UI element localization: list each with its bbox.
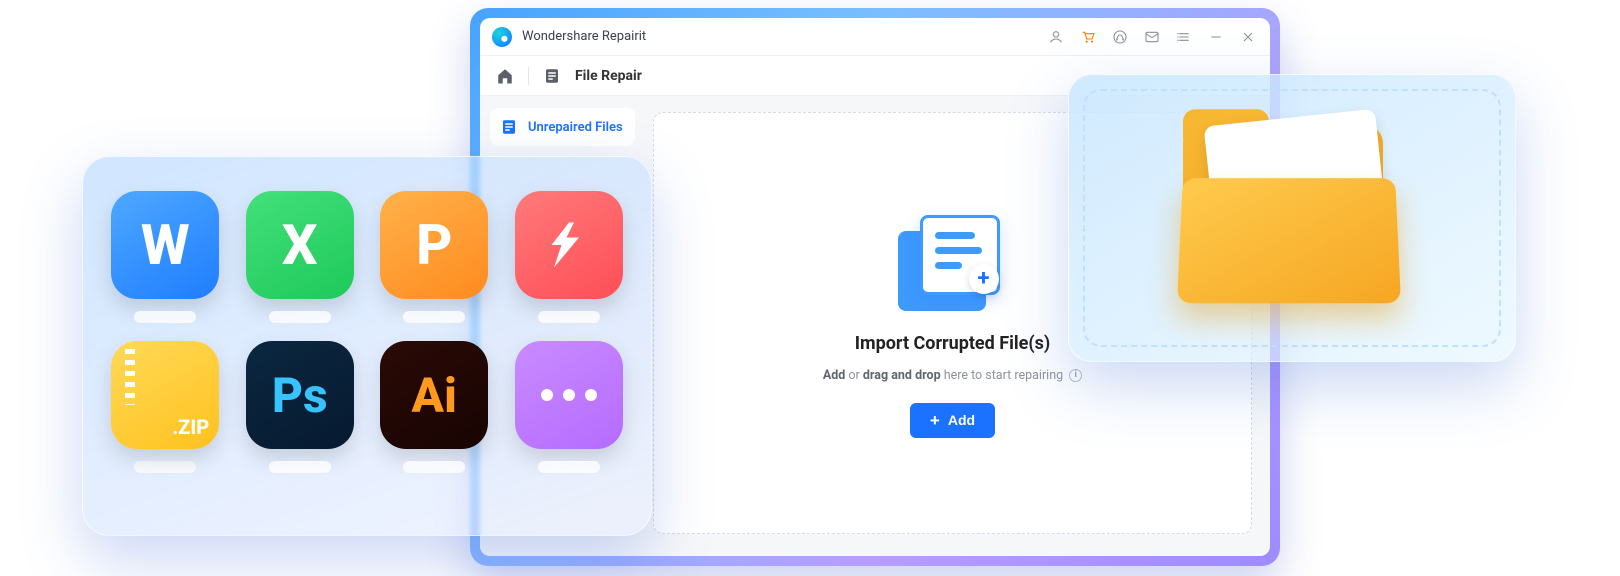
app-logo-icon (492, 27, 512, 47)
word-icon: W (111, 191, 219, 299)
minimize-icon[interactable] (1208, 29, 1224, 45)
tile-caption (269, 311, 331, 323)
titlebar-icons (1048, 29, 1256, 45)
tile-caption (269, 461, 331, 473)
close-icon[interactable] (1240, 29, 1256, 45)
more-icon (515, 341, 623, 449)
tile-ai: Ai (380, 341, 489, 473)
powerpoint-icon: P (380, 191, 488, 299)
info-icon[interactable] (1069, 369, 1082, 382)
plus-badge-icon (969, 264, 999, 294)
user-icon[interactable] (1048, 29, 1064, 45)
sidebar-item-label: Unrepaired Files (528, 120, 623, 135)
toolbar-separator (528, 67, 529, 85)
toolbar-title: File Repair (575, 68, 642, 84)
mail-icon[interactable] (1144, 29, 1160, 45)
tile-caption (538, 311, 600, 323)
tile-ppt: P (380, 191, 489, 323)
tile-caption (538, 461, 600, 473)
tile-ps: Ps (246, 341, 355, 473)
tile-more (515, 341, 624, 473)
dropzone-title: Import Corrupted File(s) (855, 333, 1050, 354)
zip-icon: .ZIP (111, 341, 219, 449)
cart-icon[interactable] (1080, 29, 1096, 45)
filetype-icon-card: W X P .ZIP (82, 156, 652, 536)
illustrator-icon: Ai (380, 341, 488, 449)
titlebar: Wondershare Repairit (480, 18, 1270, 56)
tile-excel: X (246, 191, 355, 323)
import-file-icon (898, 209, 1008, 319)
tile-caption (403, 311, 465, 323)
file-repair-icon (543, 67, 561, 85)
tile-caption (134, 311, 196, 323)
folder-icon (1177, 121, 1407, 307)
document-icon (500, 118, 518, 136)
tile-caption (403, 461, 465, 473)
app-title: Wondershare Repairit (522, 29, 646, 44)
support-icon[interactable] (1112, 29, 1128, 45)
pdf-icon (515, 191, 623, 299)
sidebar-item-unrepaired[interactable]: Unrepaired Files (490, 108, 635, 146)
dropzone-subtitle: Add or drag and drop here to start repai… (823, 368, 1082, 383)
tile-zip: .ZIP (111, 341, 220, 473)
plus-icon: + (930, 412, 940, 429)
tile-pdf (515, 191, 624, 323)
photoshop-icon: Ps (246, 341, 354, 449)
excel-icon: X (246, 191, 354, 299)
folder-card (1068, 74, 1516, 362)
add-button[interactable]: + Add (910, 403, 995, 438)
menu-icon[interactable] (1176, 29, 1192, 45)
home-icon[interactable] (496, 67, 514, 85)
add-button-label: Add (948, 412, 975, 428)
tile-word: W (111, 191, 220, 323)
tile-caption (134, 461, 196, 473)
